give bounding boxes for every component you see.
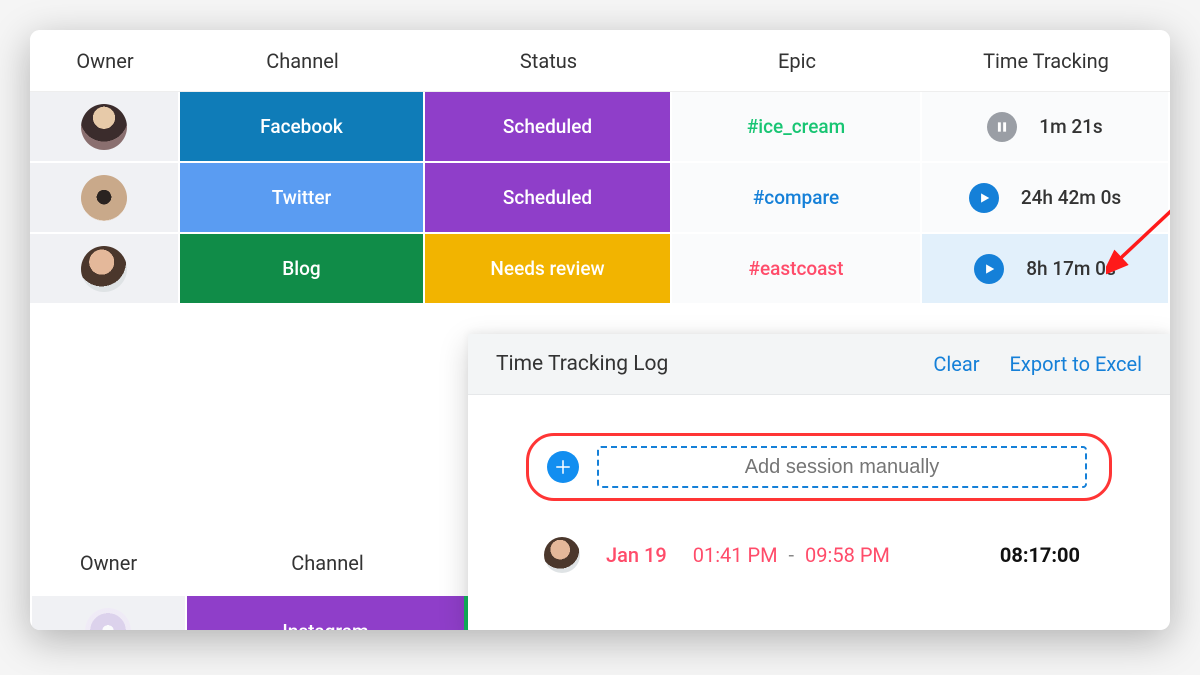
channel-cell[interactable]: Facebook	[180, 92, 425, 163]
log-duration: 08:17:00	[1000, 543, 1080, 567]
pause-icon[interactable]	[987, 112, 1017, 142]
table-row: Blog Needs review #eastcoast 8h 17m 0s	[30, 234, 1170, 305]
channel-cell[interactable]: Blog	[180, 234, 425, 305]
dash: -	[789, 543, 795, 567]
avatar[interactable]	[544, 537, 580, 573]
col-header-channel[interactable]: Channel	[180, 30, 425, 92]
time-value: 24h 42m 0s	[1021, 186, 1121, 209]
log-end-time: 09:58 PM	[805, 543, 890, 567]
epic-link[interactable]: #ice_cream	[747, 115, 845, 138]
col-header-epic[interactable]: Epic	[672, 30, 922, 92]
col-header-owner[interactable]: Owner	[30, 30, 180, 92]
channel-cell[interactable]: Twitter	[180, 163, 425, 234]
log-date: Jan 19	[606, 543, 667, 567]
add-session-input[interactable]	[597, 446, 1087, 488]
avatar[interactable]	[81, 104, 127, 150]
export-link[interactable]: Export to Excel	[1010, 352, 1142, 376]
time-tracking-log-panel: Time Tracking Log Clear Export to Excel …	[468, 334, 1170, 630]
clear-link[interactable]: Clear	[933, 352, 979, 376]
table-row: Instagram	[32, 596, 468, 630]
col-header-channel[interactable]: Channel	[187, 532, 468, 594]
log-entry: Jan 19 01:41 PM - 09:58 PM 08:17:00	[544, 537, 1080, 573]
panel-title: Time Tracking Log	[496, 352, 668, 376]
play-icon[interactable]	[974, 254, 1004, 284]
epic-link[interactable]: #eastcoast	[748, 257, 843, 280]
col-header-status[interactable]: Status	[425, 30, 672, 92]
secondary-table: Owner Channel Instagram	[30, 530, 470, 630]
status-cell[interactable]: Scheduled	[425, 163, 672, 234]
table-row: Twitter Scheduled #compare 24h 42m 0s	[30, 163, 1170, 234]
avatar[interactable]	[85, 608, 131, 630]
time-value: 1m 21s	[1039, 115, 1102, 138]
log-start-time: 01:41 PM	[693, 543, 778, 567]
col-header-time[interactable]: Time Tracking	[922, 30, 1170, 92]
play-icon[interactable]	[969, 183, 999, 213]
plus-icon[interactable]	[547, 451, 579, 483]
status-cell[interactable]: Needs review	[425, 234, 672, 305]
col-header-owner[interactable]: Owner	[32, 532, 185, 594]
add-session-row	[526, 433, 1112, 501]
table-row: Facebook Scheduled #ice_cream 1m 21s	[30, 92, 1170, 163]
status-cell[interactable]: Scheduled	[425, 92, 672, 163]
channel-cell[interactable]: Instagram	[187, 596, 468, 630]
avatar[interactable]	[81, 246, 127, 292]
time-value: 8h 17m 0s	[1026, 257, 1116, 280]
main-table: Owner Channel Status Epic Time Tracking …	[30, 30, 1170, 305]
avatar[interactable]	[81, 175, 127, 221]
epic-link[interactable]: #compare	[753, 186, 839, 209]
